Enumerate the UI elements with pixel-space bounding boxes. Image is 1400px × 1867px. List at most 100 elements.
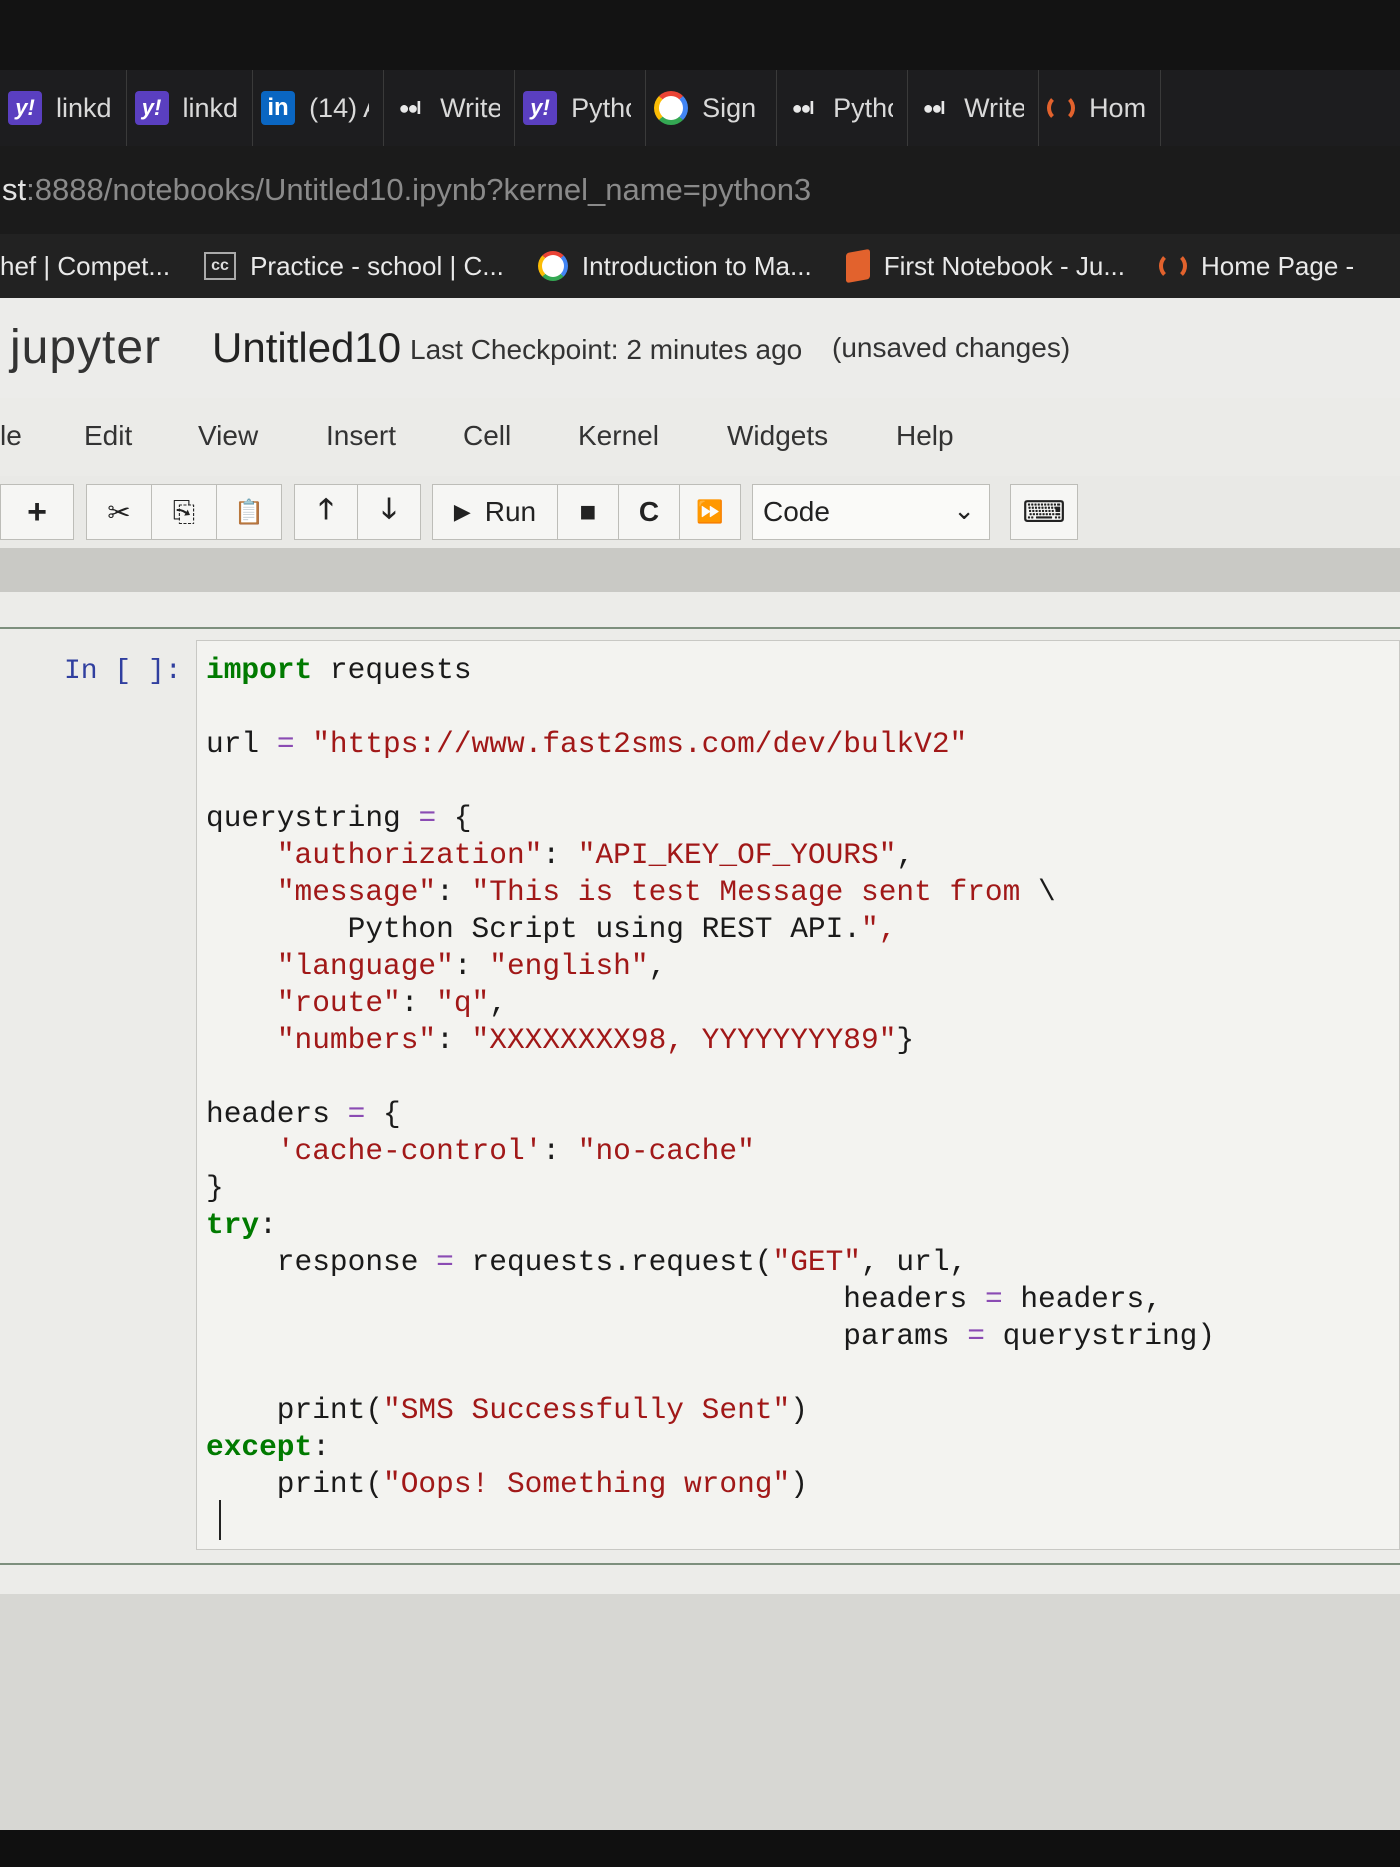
- code-line: querystring = {: [206, 801, 472, 835]
- linkedin-icon: in: [261, 91, 296, 125]
- tab-label: Write: [440, 92, 501, 123]
- chevron-down-icon: ⌄: [953, 495, 975, 525]
- add-cell-button[interactable]: +: [0, 484, 74, 540]
- tab-label: Pytho: [833, 92, 893, 123]
- run-button[interactable]: ▶ Run: [432, 484, 558, 540]
- code-line: 'cache-control': "no-cache": [276, 1134, 755, 1168]
- google-icon: [654, 91, 689, 125]
- toolbar-divider: [0, 548, 1400, 592]
- copy-icon[interactable]: ⎘: [151, 484, 217, 540]
- page-background: [0, 1594, 1400, 1830]
- browser-tab-bar: y! linkd y! linkd in (14) A ●●I Write y!…: [0, 70, 1400, 146]
- tab-label: Hom: [1089, 92, 1147, 123]
- notebook-toolbar: + ✂ ⎘ 📋 🡑 🡓 ▶ Run ■ C ⏩ Code ⌄ ⌨: [0, 476, 1400, 548]
- cell-type-value: Code: [763, 496, 830, 527]
- cell-type-select[interactable]: Code ⌄: [752, 484, 990, 540]
- tab-label: (14) A: [309, 92, 369, 123]
- bookmark-item[interactable]: Home Page -: [1159, 251, 1354, 282]
- tab-label: linkd: [56, 92, 112, 123]
- bookmark-item[interactable]: Introduction to Ma...: [537, 251, 812, 282]
- browser-tab[interactable]: ●●I Write: [908, 70, 1040, 146]
- browser-tab[interactable]: Sign i: [646, 70, 778, 146]
- menu-edit[interactable]: Edit: [84, 420, 132, 452]
- browser-tab[interactable]: ●●I Pytho: [777, 70, 909, 146]
- spinner-icon: [1047, 94, 1076, 122]
- browser-tab[interactable]: y! linkd: [0, 70, 127, 146]
- restart-icon[interactable]: C: [618, 484, 680, 540]
- checkpoint-status: Last Checkpoint: 2 minutes ago: [410, 334, 803, 365]
- keyboard-icon[interactable]: ⌨: [1010, 484, 1078, 540]
- url-text[interactable]: st:8888/notebooks/Untitled10.ipynb?kerne…: [0, 172, 811, 208]
- code-line: "authorization": "API_KEY_OF_YOURS",: [276, 838, 915, 872]
- menu-view[interactable]: View: [198, 420, 258, 452]
- browser-tab[interactable]: Hom: [1039, 70, 1162, 146]
- url-host: st: [2, 172, 27, 207]
- yahoo-icon: y!: [523, 91, 558, 125]
- tab-label: Sign i: [702, 92, 762, 123]
- notebook-border: [0, 1563, 1400, 1565]
- medium-icon: ●●I: [791, 97, 815, 118]
- bookmarks-bar: hef | Compet... cc Practice - school | C…: [0, 234, 1400, 298]
- menu-help[interactable]: Help: [896, 420, 954, 452]
- menu-file[interactable]: le: [0, 420, 22, 452]
- bookmark-label: Home Page -: [1201, 250, 1355, 281]
- cell-prompt: In [ ]:: [64, 656, 182, 687]
- bookmark-item[interactable]: First Notebook - Ju...: [845, 248, 1125, 284]
- text-cursor: [219, 1500, 221, 1540]
- bookmark-item[interactable]: cc Practice - school | C...: [204, 251, 504, 282]
- browser-tab[interactable]: ●●I Write: [384, 70, 516, 146]
- menu-insert[interactable]: Insert: [326, 420, 396, 452]
- menu-kernel[interactable]: Kernel: [578, 420, 659, 452]
- code-line: except:: [206, 1430, 330, 1464]
- yahoo-icon: y!: [8, 91, 42, 125]
- code-line: print("SMS Successfully Sent"): [206, 1393, 808, 1427]
- unsaved-status: (unsaved changes): [832, 332, 1071, 363]
- move-up-icon[interactable]: 🡑: [294, 484, 358, 540]
- notebook-icon: [845, 248, 870, 284]
- tab-label: linkd: [182, 92, 239, 123]
- url-path: :8888/notebooks/Untitled10.ipynb?kernel_…: [26, 172, 812, 207]
- address-bar[interactable]: st:8888/notebooks/Untitled10.ipynb?kerne…: [0, 146, 1400, 234]
- yahoo-icon: y!: [134, 91, 169, 125]
- cut-icon[interactable]: ✂: [86, 484, 152, 540]
- google-icon: [537, 251, 568, 281]
- code-content[interactable]: import requests url = "https://www.fast2…: [206, 652, 1215, 1503]
- browser-tab[interactable]: y! linkd: [127, 70, 254, 146]
- tab-label: Pytho: [571, 92, 631, 123]
- code-line: import requests: [206, 653, 472, 687]
- browser-tab[interactable]: y! Pytho: [515, 70, 647, 146]
- medium-icon: ●●I: [398, 97, 422, 118]
- taskbar: [0, 1830, 1400, 1867]
- code-line: try:: [206, 1208, 277, 1242]
- code-line: Python Script using REST API.",: [206, 912, 897, 946]
- code-line: params = querystring): [206, 1319, 1216, 1353]
- bookmark-label: hef | Compet...: [0, 250, 171, 281]
- code-line: print("Oops! Something wrong"): [206, 1467, 808, 1501]
- menu-widgets[interactable]: Widgets: [727, 420, 828, 452]
- bookmark-label: Practice - school | C...: [250, 250, 504, 281]
- jupyter-logo[interactable]: jupyter: [10, 320, 161, 375]
- fast-forward-icon[interactable]: ⏩: [679, 484, 741, 540]
- move-down-icon[interactable]: 🡓: [357, 484, 421, 540]
- bookmark-item[interactable]: hef | Compet...: [0, 251, 170, 282]
- code-line: "numbers": "XXXXXXXX98, YYYYYYYY89"}: [276, 1023, 915, 1057]
- stop-icon[interactable]: ■: [557, 484, 619, 540]
- codechef-icon: cc: [204, 252, 237, 280]
- code-line: "route": "q",: [276, 986, 507, 1020]
- code-line: headers = {: [206, 1097, 401, 1131]
- paste-icon[interactable]: 📋: [216, 484, 282, 540]
- code-line: }: [206, 1171, 224, 1205]
- play-icon: ▶: [453, 499, 471, 524]
- menu-cell[interactable]: Cell: [463, 420, 511, 452]
- medium-icon: ●●I: [922, 97, 946, 118]
- notebook-border: [0, 627, 1400, 629]
- window-top-bar: [0, 0, 1400, 70]
- jupyter-header: jupyter Untitled10 Last Checkpoint: 2 mi…: [0, 298, 1400, 399]
- browser-tab[interactable]: in (14) A: [253, 70, 385, 146]
- code-line: url = "https://www.fast2sms.com/dev/bulk…: [206, 727, 968, 761]
- menu-bar: le Edit View Insert Cell Kernel Widgets …: [0, 398, 1400, 477]
- notebook-name[interactable]: Untitled10: [212, 324, 401, 372]
- tab-label: Write: [964, 92, 1025, 123]
- code-line: response = requests.request("GET", url,: [206, 1245, 968, 1279]
